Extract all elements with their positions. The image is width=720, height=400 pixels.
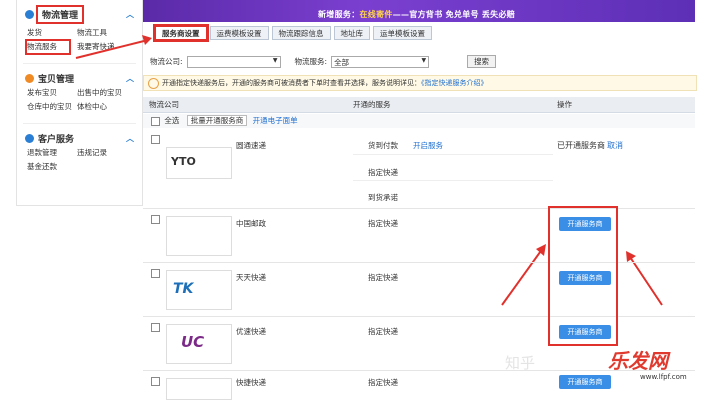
service-delivery-promise: 到货承诺: [368, 193, 398, 202]
company-label: 物流公司:: [150, 57, 183, 66]
site-logo-watermark: 乐发网: [608, 349, 668, 373]
service-designated: 指定快递: [368, 327, 398, 336]
company-logo: UC: [166, 324, 232, 364]
search-button[interactable]: 搜索: [467, 55, 497, 68]
company-name: 天天快递: [236, 273, 266, 282]
select-all-checkbox[interactable]: [151, 116, 160, 126]
tab-freight-template[interactable]: 运费模板设置: [209, 26, 269, 40]
service-cod: 货到付款: [368, 141, 398, 150]
arrow-sidebar-to-tab: [75, 39, 149, 59]
batch-open-button[interactable]: 批量开通服务商: [186, 115, 248, 126]
table-row: YTO 圆通速递 货到付款 开启服务 指定快递 到货承诺 已开通服务商 取消: [143, 130, 695, 209]
tab-bar: 服务商设置 运费模板设置 物流跟踪信息 地址库 运单模板设置: [153, 24, 432, 42]
row-checkbox[interactable]: [151, 135, 160, 144]
banner-prefix: 新增服务：: [318, 10, 360, 19]
promo-banner[interactable]: 新增服务：在线寄件——官方背书 免兑单号 丢失必赔: [143, 0, 695, 22]
company-logo-broken: [166, 216, 232, 256]
service-designated: 指定快递: [368, 273, 398, 282]
status-opened: 已开通服务商: [557, 141, 605, 150]
zhihu-watermark: 知乎: [505, 354, 536, 372]
tip-bar: 开通指定快递服务后，开通的服务商可被消费者下单时查看并选择，服务说明详见：《指定…: [143, 75, 697, 91]
tip-link[interactable]: 《指定快递服务介绍》: [421, 79, 488, 87]
open-provider-button[interactable]: 开通服务商: [559, 375, 611, 389]
site-url-watermark: www.lfpf.com: [640, 373, 687, 381]
tab-address-book[interactable]: 地址库: [333, 26, 370, 40]
company-name: 优速快递: [236, 327, 266, 336]
service-designated: 指定快递: [368, 378, 398, 387]
cancel-link[interactable]: 取消: [607, 140, 623, 151]
table-row: 快捷快递 指定快递 开通服务商: [143, 372, 695, 400]
tab-tracking[interactable]: 物流跟踪信息: [271, 26, 331, 40]
row-checkbox[interactable]: [151, 215, 160, 224]
lightbulb-icon: [148, 77, 159, 89]
tab-provider-settings[interactable]: 服务商设置: [153, 24, 209, 42]
enable-service-link[interactable]: 开启服务: [413, 140, 443, 151]
col-actions: 操作: [557, 100, 572, 109]
service-label: 物流服务:: [294, 57, 328, 66]
row-checkbox[interactable]: [151, 269, 160, 278]
company-logo: [166, 378, 232, 400]
tip-text: 开通指定快递服务后，开通的服务商可被消费者下单时查看并选择，服务说明详见：: [162, 79, 421, 87]
open-e-waybill-link[interactable]: 开通电子面单: [253, 116, 298, 125]
company-name: 中国邮政: [236, 219, 266, 228]
company-logo: TK: [166, 270, 232, 310]
table-toolbar: 全选 批量开通服务商 开通电子面单: [143, 114, 695, 128]
highlight-frame: [548, 206, 618, 346]
row-checkbox[interactable]: [151, 323, 160, 332]
logo-text: YTO: [171, 155, 196, 168]
company-logo: YTO: [166, 147, 232, 179]
col-company: 物流公司: [149, 100, 179, 109]
arrowhead-icon: [142, 35, 152, 45]
tab-waybill-template[interactable]: 运单模板设置: [373, 26, 432, 40]
company-select[interactable]: [186, 55, 281, 68]
col-services: 开通的服务: [353, 100, 391, 109]
row-checkbox[interactable]: [151, 377, 160, 386]
search-bar: 物流公司: 物流服务: 全部 搜索: [150, 55, 497, 68]
banner-suffix: ——官方背书 免兑单号 丢失必赔: [392, 10, 516, 19]
company-name: 快捷快递: [236, 378, 266, 387]
table-header: 物流公司 开通的服务 操作: [143, 97, 695, 113]
banner-highlight: 在线寄件: [359, 10, 393, 19]
logo-text: TK: [173, 281, 194, 297]
service-designated: 指定快递: [368, 219, 398, 228]
service-designated: 指定快递: [368, 168, 398, 177]
select-all-label: 全选: [164, 116, 180, 125]
logo-text: UC: [181, 333, 205, 351]
service-select[interactable]: 全部: [331, 55, 430, 68]
company-name: 圆通速递: [236, 141, 266, 150]
